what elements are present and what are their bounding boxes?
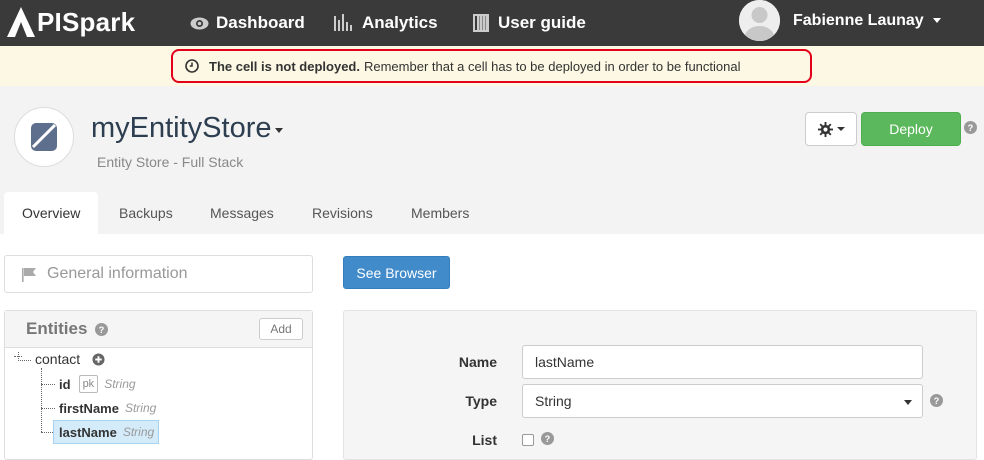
- top-navbar: PISpark Dashboard Analytics User guide F…: [0, 0, 984, 46]
- entity-store-icon: [31, 123, 57, 151]
- question-circle-icon[interactable]: ?: [930, 394, 943, 407]
- name-input[interactable]: [522, 345, 923, 379]
- entities-header: Entities ? Add: [5, 311, 312, 348]
- alert-message: Remember that a cell has to be deployed …: [363, 58, 741, 74]
- tree-connector: [14, 356, 22, 357]
- field-type: String: [124, 401, 157, 415]
- tab-messages[interactable]: Messages: [210, 192, 274, 234]
- settings-dropdown-button[interactable]: [805, 112, 857, 146]
- nav-analytics[interactable]: Analytics: [333, 0, 438, 46]
- type-select[interactable]: String: [522, 384, 923, 418]
- see-browser-button[interactable]: See Browser: [343, 256, 450, 289]
- add-entity-button[interactable]: Add: [259, 318, 303, 340]
- plus-circle-icon[interactable]: [92, 352, 105, 366]
- entities-title: Entities: [26, 319, 88, 338]
- logo-mark-icon: [7, 7, 35, 37]
- cell-type-icon: [14, 107, 74, 167]
- bar-chart-icon: [334, 14, 352, 31]
- tab-overview[interactable]: Overview: [4, 192, 99, 234]
- cell-title-dropdown[interactable]: myEntityStore: [91, 112, 283, 145]
- nav-analytics-label: Analytics: [362, 13, 438, 32]
- user-silhouette-icon: [739, 0, 780, 41]
- type-select-value: String: [535, 393, 572, 409]
- tab-members[interactable]: Members: [411, 192, 469, 234]
- tree-connector: [41, 432, 53, 433]
- question-circle-icon[interactable]: ?: [541, 432, 554, 445]
- logo-text: PISpark: [37, 6, 136, 37]
- question-circle-icon[interactable]: ?: [95, 322, 109, 336]
- type-label: Type: [465, 393, 497, 409]
- svg-text:?: ?: [968, 123, 974, 133]
- chevron-down-icon: [274, 128, 283, 133]
- chevron-down-icon: [932, 18, 941, 23]
- field-node-firstname[interactable]: firstName String: [59, 399, 156, 417]
- entity-node-contact[interactable]: contact: [35, 351, 105, 367]
- field-node-id[interactable]: id pk String: [59, 375, 136, 393]
- user-name: Fabienne Launay: [793, 11, 924, 29]
- tree-connector: [18, 360, 31, 361]
- tree-connector: [41, 384, 55, 385]
- field-type: String: [104, 377, 136, 391]
- field-node-lastname-selected[interactable]: lastName String: [53, 420, 160, 444]
- user-menu[interactable]: Fabienne Launay: [793, 0, 941, 41]
- svg-text:?: ?: [99, 325, 105, 335]
- general-information-label: General information: [47, 265, 188, 282]
- nav-user-guide-label: User guide: [498, 13, 586, 32]
- pk-badge: pk: [78, 375, 99, 393]
- entities-title-wrap: Entities ?: [26, 319, 109, 339]
- user-avatar[interactable]: [739, 0, 780, 41]
- eye-icon: [190, 17, 209, 29]
- svg-text:?: ?: [545, 434, 551, 444]
- chevron-down-icon: [904, 400, 912, 405]
- apispark-logo[interactable]: PISpark: [6, 5, 135, 39]
- field-name: lastName: [59, 424, 117, 440]
- field-name: id: [59, 376, 71, 392]
- gear-icon: [817, 121, 833, 137]
- tree-connector: [41, 368, 42, 432]
- nav-dashboard[interactable]: Dashboard: [190, 0, 305, 46]
- not-deployed-alert: The cell is not deployed. Remember that …: [171, 49, 812, 83]
- tab-revisions[interactable]: Revisions: [312, 192, 373, 234]
- chevron-down-icon: [836, 127, 845, 131]
- name-label: Name: [458, 354, 497, 370]
- cell-title: myEntityStore: [91, 112, 272, 144]
- tab-backups[interactable]: Backups: [119, 192, 173, 234]
- tree-connector: [41, 408, 55, 409]
- clock-icon: [185, 59, 199, 73]
- book-icon: [473, 14, 489, 32]
- cell-subtitle: Entity Store - Full Stack: [97, 154, 244, 170]
- field-name: firstName: [59, 400, 119, 416]
- question-circle-icon[interactable]: ?: [964, 121, 977, 134]
- general-information-panel[interactable]: General information: [4, 255, 313, 293]
- alert-title: The cell is not deployed.: [209, 58, 360, 74]
- nav-user-guide[interactable]: User guide: [471, 0, 586, 46]
- list-label: List: [472, 432, 497, 448]
- nav-dashboard-label: Dashboard: [216, 13, 305, 32]
- flag-icon: [22, 267, 36, 282]
- list-checkbox[interactable]: [522, 434, 534, 446]
- svg-text:?: ?: [934, 396, 940, 406]
- field-type: String: [122, 425, 155, 439]
- entity-name: contact: [35, 351, 81, 367]
- deploy-button[interactable]: Deploy: [861, 112, 961, 146]
